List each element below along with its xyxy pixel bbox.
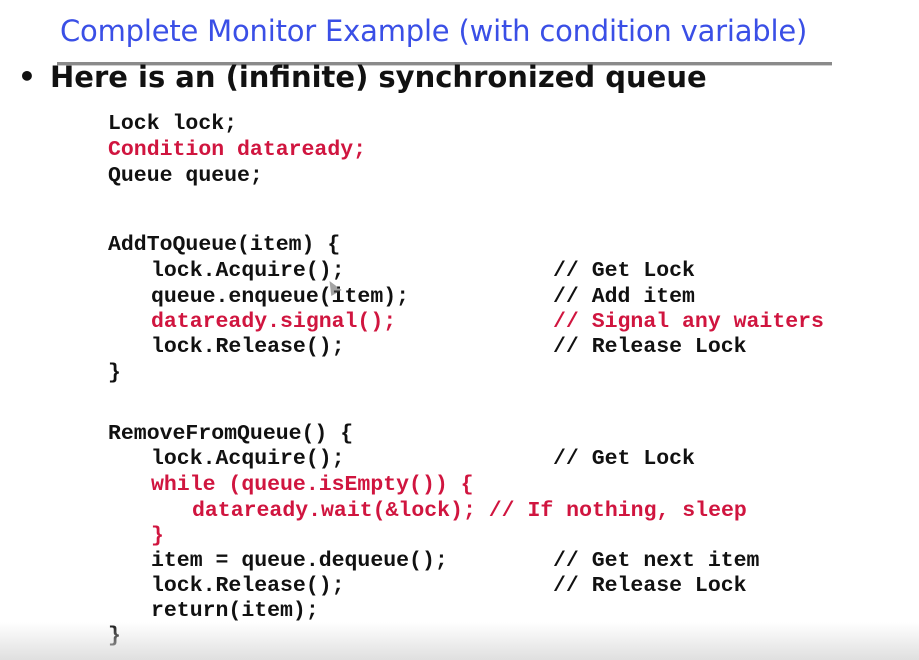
code-comment-add-acquire: // Get Lock	[553, 259, 695, 283]
code-comment-remove-release: // Release Lock	[553, 574, 747, 598]
code-line-decl-lock: Lock lock;	[108, 112, 238, 136]
code-comment-add-release: // Release Lock	[553, 335, 747, 359]
code-comment-remove-dequeue: // Get next item	[553, 549, 760, 573]
code-line-remove-header: RemoveFromQueue() {	[108, 422, 354, 446]
code-line-remove-dequeue: item = queue.dequeue();	[151, 549, 448, 573]
code-line-remove-wait: dataready.wait(&lock); // If nothing, sl…	[192, 499, 747, 523]
code-line-add-header: AddToQueue(item) {	[108, 233, 341, 257]
code-line-decl-queue: Queue queue;	[108, 164, 263, 188]
slide-title: Complete Monitor Example (with condition…	[60, 14, 808, 48]
bullet-text: Here is an (infinite) synchronized queue	[50, 60, 707, 94]
code-line-add-enqueue: queue.enqueue(item);	[151, 285, 410, 309]
code-line-decl-condition: Condition dataready;	[108, 138, 367, 162]
code-line-remove-return: return(item);	[151, 599, 319, 623]
code-line-remove-while-close: }	[151, 524, 164, 548]
video-bottom-fade	[0, 622, 919, 660]
code-line-remove-while: while (queue.isEmpty()) {	[151, 473, 474, 497]
code-comment-add-signal: // Signal any waiters	[553, 310, 824, 334]
code-line-remove-release: lock.Release();	[151, 574, 345, 598]
code-line-remove-acquire: lock.Acquire();	[151, 447, 345, 471]
code-line-add-acquire: lock.Acquire();	[151, 259, 345, 283]
code-line-add-release: lock.Release();	[151, 335, 345, 359]
code-comment-remove-acquire: // Get Lock	[553, 447, 695, 471]
code-line-add-signal: dataready.signal();	[151, 310, 397, 334]
code-comment-add-enqueue: // Add item	[553, 285, 695, 309]
slide: Complete Monitor Example (with condition…	[0, 0, 919, 660]
bullet-marker: •	[18, 60, 36, 93]
code-line-add-close: }	[108, 361, 121, 385]
